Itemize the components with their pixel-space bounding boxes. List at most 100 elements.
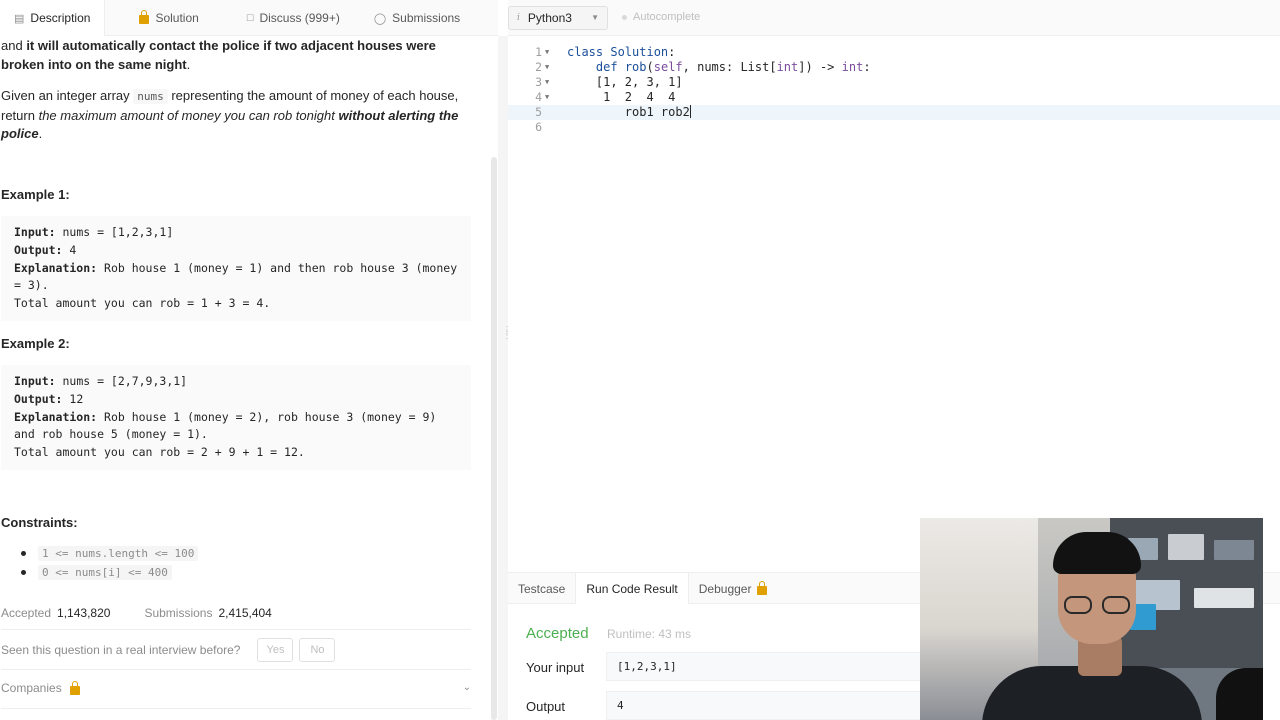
autocomplete-toggle[interactable]: Autocomplete bbox=[622, 11, 700, 23]
intro-text: and bbox=[1, 38, 27, 53]
function-name: rob bbox=[624, 60, 647, 74]
code-line: 1 ▼ class Solution: bbox=[508, 45, 1280, 60]
runtime-text: Runtime: 43 ms bbox=[607, 627, 692, 641]
constraint-code: 1 <= nums.length <= 100 bbox=[38, 546, 199, 561]
accepted-label: Accepted bbox=[1, 606, 52, 620]
submissions-label: Submissions bbox=[144, 606, 213, 620]
problem-description: and it will automatically contact the po… bbox=[0, 36, 490, 720]
lock-icon bbox=[69, 680, 80, 695]
example2-heading: Example 2: bbox=[1, 336, 70, 351]
constraints-list: 1 <= nums.length <= 100 0 <= nums[i] <= … bbox=[20, 544, 199, 582]
code-text: class Solution: bbox=[567, 45, 675, 60]
description-paragraph-intro: and it will automatically contact the po… bbox=[1, 37, 471, 74]
explanation-text: and rob house 5 (money = 1). bbox=[14, 427, 208, 442]
task-italic-text: the maximum amount of money you can rob … bbox=[38, 107, 335, 123]
code-text: rob1 rob2 bbox=[567, 105, 691, 120]
info-icon: i bbox=[517, 13, 520, 23]
tab-submissions[interactable]: ◯ Submissions bbox=[360, 0, 474, 36]
type-name: int bbox=[841, 60, 864, 74]
result-status: Accepted bbox=[526, 625, 589, 642]
explanation-label: Explanation: bbox=[14, 409, 98, 424]
fold-arrow-icon[interactable]: ▼ bbox=[545, 75, 549, 90]
fold-arrow-icon[interactable]: ▼ bbox=[545, 60, 549, 75]
example2-input: Input: nums = [2,7,9,3,1] bbox=[14, 373, 458, 391]
input-value: nums = [1,2,3,1] bbox=[55, 225, 174, 239]
line-number: 3 bbox=[535, 75, 542, 89]
tab-discuss[interactable]: □ Discuss (999+) bbox=[233, 0, 354, 36]
tab-run-code-result[interactable]: Run Code Result bbox=[575, 573, 689, 605]
constraints-heading: Constraints: bbox=[1, 515, 78, 530]
chat-icon: □ bbox=[246, 12, 254, 24]
explanation-text: Rob house 1 (money = 1) and then rob hou… bbox=[97, 260, 458, 275]
input-value: nums = [2,7,9,3,1] bbox=[55, 374, 188, 388]
tab-label: Description bbox=[30, 11, 91, 25]
keyword: def bbox=[595, 60, 618, 74]
example2-block: Input: nums = [2,7,9,3,1] Output: 12 Exp… bbox=[1, 365, 471, 470]
code-line-current: 5 rob1 rob2 bbox=[508, 105, 1280, 120]
explanation-text: = 3). bbox=[14, 278, 49, 293]
output-label: Output: bbox=[14, 242, 63, 257]
tab-label: Submissions bbox=[392, 11, 461, 25]
tab-label: Debugger bbox=[698, 582, 752, 596]
example2-output: Output: 12 bbox=[14, 391, 458, 409]
list-item: 1 <= nums.length <= 100 bbox=[20, 544, 199, 563]
tab-debugger[interactable]: Debugger bbox=[689, 573, 778, 605]
input-label: Input: bbox=[14, 374, 56, 388]
output-label: Output: bbox=[14, 391, 63, 406]
task-end: . bbox=[38, 126, 43, 141]
language-label: Python3 bbox=[527, 11, 572, 25]
tab-solution[interactable]: Solution bbox=[125, 0, 212, 36]
panel-splitter[interactable]: ⋮ ⋮ bbox=[498, 36, 512, 720]
punct: ( bbox=[646, 60, 654, 74]
code-editor[interactable]: 1 ▼ class Solution: 2 ▼ def rob(self, nu… bbox=[508, 36, 1280, 572]
accepted-count: 1,143,820 bbox=[57, 606, 111, 620]
code-text: [1, 2, 3, 1] bbox=[567, 75, 683, 89]
description-scrollbar-thumb[interactable] bbox=[491, 157, 497, 720]
example1-heading: Example 1: bbox=[1, 187, 70, 202]
interview-prompt: Seen this question in a real interview b… bbox=[1, 638, 336, 662]
tab-description[interactable]: ▤ Description bbox=[0, 0, 106, 36]
fold-arrow-icon[interactable]: ▼ bbox=[545, 90, 549, 105]
yes-button[interactable]: Yes bbox=[257, 638, 294, 662]
punct: : bbox=[863, 60, 871, 74]
tab-label: Discuss (999+) bbox=[259, 11, 340, 25]
line-number: 6 bbox=[535, 120, 542, 134]
divider bbox=[1, 708, 471, 709]
divider bbox=[1, 629, 471, 630]
punct: , nums: List[ bbox=[682, 60, 777, 74]
chevron-down-icon: ▼ bbox=[591, 13, 599, 22]
problem-tabs: ▤ Description Solution □ Discuss (999+) … bbox=[0, 0, 498, 36]
description-paragraph-task: Given an integer array nums representing… bbox=[1, 87, 471, 144]
punct: : bbox=[668, 45, 676, 59]
webcam-person bbox=[1053, 532, 1141, 574]
fold-arrow-icon[interactable]: ▼ bbox=[545, 45, 549, 60]
acceptance-stats: Accepted 1,143,820 Submissions 2,415,404 bbox=[1, 604, 272, 623]
toggle-dot-icon bbox=[622, 14, 627, 20]
example2-explanation: Explanation: Rob house 1 (money = 2), ro… bbox=[14, 409, 458, 427]
companies-row[interactable]: Companies ⌄ bbox=[1, 679, 471, 698]
text-cursor bbox=[689, 105, 691, 118]
line-number: 1 bbox=[535, 45, 542, 59]
no-button[interactable]: No bbox=[299, 638, 336, 662]
code-line: 6 bbox=[508, 120, 1280, 135]
code-line: 2 ▼ def rob(self, nums: List[int]) -> in… bbox=[508, 60, 1280, 75]
explanation-label: Explanation: bbox=[14, 260, 98, 275]
code-content: rob1 rob2 bbox=[567, 105, 690, 119]
punct: ]) -> bbox=[798, 60, 842, 74]
class-name: Solution bbox=[610, 45, 669, 59]
intro-end: . bbox=[186, 56, 191, 72]
self-param: self bbox=[653, 60, 683, 74]
output-label: Output bbox=[526, 699, 566, 714]
list-item: 0 <= nums[i] <= 400 bbox=[20, 563, 198, 582]
document-icon: ▤ bbox=[14, 12, 25, 25]
your-input-label: Your input bbox=[526, 660, 585, 675]
language-select[interactable]: i Python3 ▼ bbox=[508, 6, 608, 30]
chevron-down-icon: ⌄ bbox=[462, 682, 471, 693]
explanation-text: Rob house 1 (money = 2), rob house 3 (mo… bbox=[97, 409, 437, 424]
webcam-overlay bbox=[920, 518, 1263, 720]
task-text: Given an integer array bbox=[1, 88, 134, 103]
autocomplete-label: Autocomplete bbox=[633, 11, 701, 23]
webcam-foreground bbox=[1216, 668, 1263, 720]
tab-testcase[interactable]: Testcase bbox=[508, 573, 575, 605]
